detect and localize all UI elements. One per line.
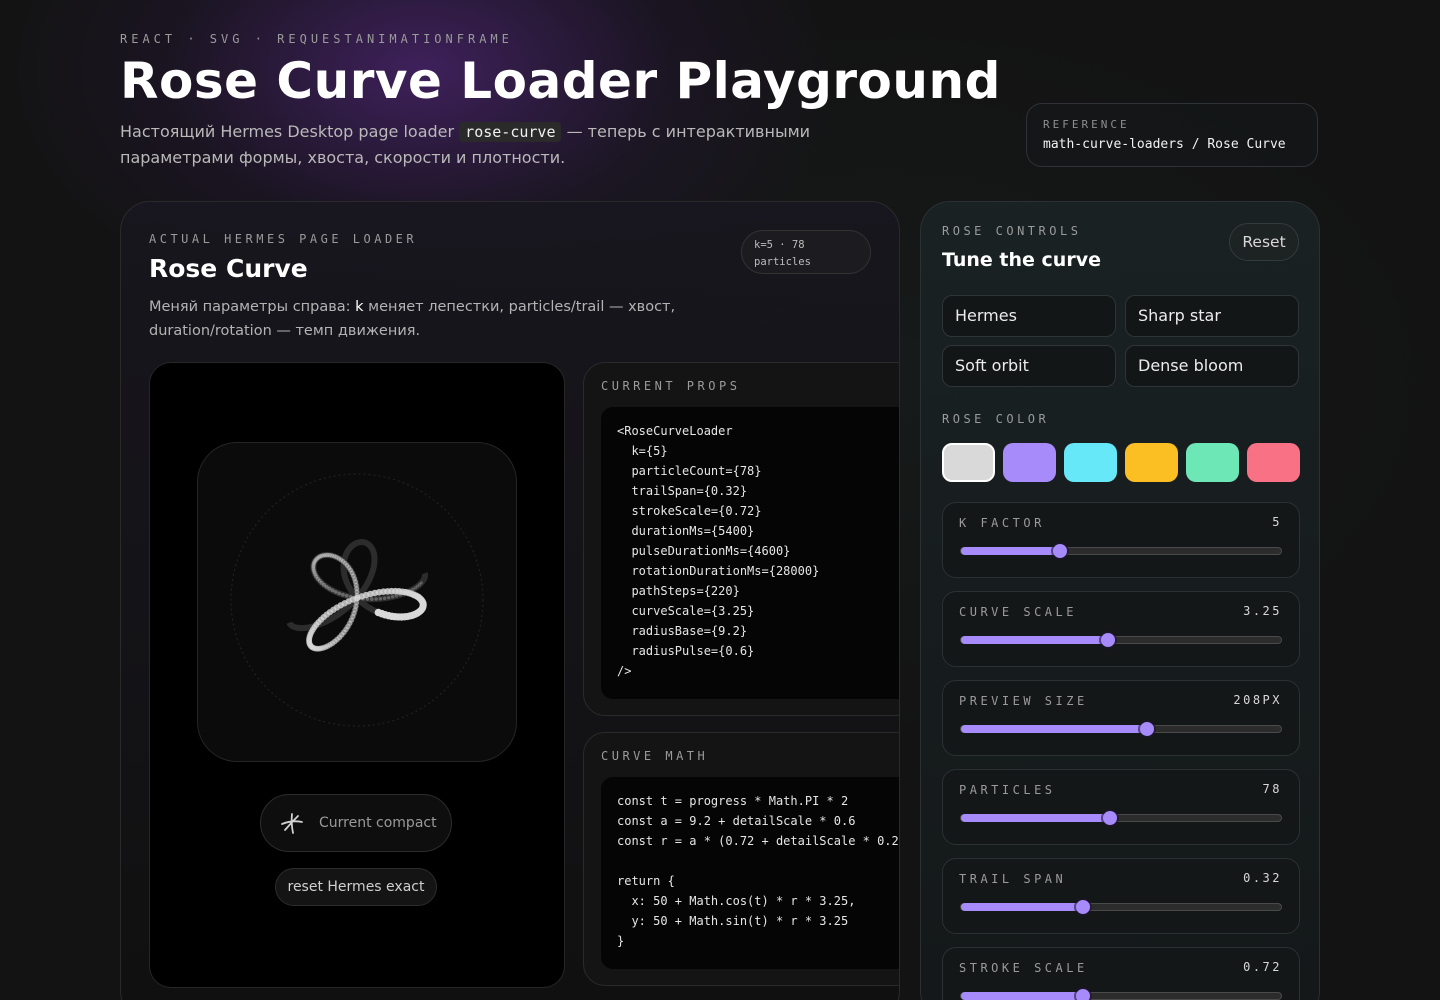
slider-fill (961, 992, 1083, 1000)
slider-thumb[interactable] (1139, 722, 1154, 736)
slider-label: TRAIL SPAN (959, 872, 1067, 886)
color-swatch-cyan[interactable] (1064, 443, 1117, 482)
slider-track[interactable] (960, 633, 1282, 647)
color-swatch-silver[interactable] (942, 443, 995, 482)
badge-line-2: particles (754, 256, 811, 268)
slider-thumb[interactable] (1053, 544, 1068, 558)
controls-eyebrow: ROSE CONTROLS (942, 224, 1082, 238)
reset-hermes-exact-button[interactable]: reset Hermes exact (275, 868, 437, 906)
slider-value: 208PX (1233, 693, 1282, 707)
preset-soft-orbit-button[interactable]: Soft orbit (942, 345, 1116, 387)
slider-trail-span: TRAIL SPAN 0.32 (942, 858, 1300, 934)
page-subtitle: Настоящий Hermes Desktop page loader ros… (120, 119, 850, 170)
color-swatch-rose[interactable] (1247, 443, 1300, 482)
reference-card: REFERENCE math-curve-loaders / Rose Curv… (1026, 103, 1318, 167)
color-swatch-violet[interactable] (1003, 443, 1056, 482)
slider-fill (961, 636, 1109, 644)
preset-dense-bloom-button[interactable]: Dense bloom (1125, 345, 1299, 387)
curve-math-label: CURVE MATH (601, 749, 709, 763)
slider-fill (961, 725, 1147, 733)
slider-label: K FACTOR (959, 516, 1045, 530)
current-props-label: CURRENT PROPS (601, 379, 741, 393)
loader-panel-description: Меняй параметры справа: k меняет лепестк… (149, 295, 709, 343)
slider-thumb[interactable] (1101, 633, 1116, 647)
preset-hermes-button[interactable]: Hermes (942, 295, 1116, 337)
slider-track[interactable] (960, 900, 1282, 914)
rose-curve-shape (286, 539, 428, 652)
curve-math-code: const t = progress * Math.PI * 2 const a… (601, 777, 899, 969)
slider-track[interactable] (960, 722, 1282, 736)
rose-color-label: ROSE COLOR (942, 412, 1050, 426)
compact-button-label: Current compact (319, 815, 437, 831)
slider-label: STROKE SCALE (959, 961, 1088, 975)
slider-fill (961, 814, 1110, 822)
slider-fill (961, 903, 1083, 911)
page-eyebrow: REACT · SVG · REQUESTANIMATIONFRAME (120, 32, 513, 46)
slider-stroke-scale: STROKE SCALE 0.72 (942, 947, 1300, 1000)
slider-value: 3.25 (1243, 604, 1282, 618)
slider-preview-size: PREVIEW SIZE 208PX (942, 680, 1300, 756)
rose-controls-panel: ROSE CONTROLS Tune the curve Reset Herme… (920, 201, 1320, 1000)
loader-panel-eyebrow: ACTUAL HERMES PAGE LOADER (149, 232, 418, 246)
desc-part-1: Меняй параметры справа: (149, 299, 356, 315)
slider-label: PARTICLES (959, 783, 1056, 797)
slider-track[interactable] (960, 989, 1282, 1000)
reset-button[interactable]: Reset (1229, 223, 1299, 261)
slider-thumb[interactable] (1075, 900, 1090, 914)
slider-thumb[interactable] (1075, 989, 1090, 1000)
current-compact-button[interactable]: Current compact (260, 794, 452, 852)
k-particles-badge: k=5 · 78 particles (741, 230, 871, 274)
current-props-code: <RoseCurveLoader k={5} particleCount={78… (601, 407, 899, 699)
color-swatch-amber[interactable] (1125, 443, 1178, 482)
slider-value: 78 (1262, 782, 1282, 796)
slider-k-factor: K FACTOR 5 (942, 502, 1300, 578)
rose-mini-icon (281, 813, 303, 834)
slider-value: 5 (1272, 515, 1282, 529)
curve-math-card: CURVE MATH const t = progress * Math.PI … (583, 732, 899, 986)
slider-fill (961, 547, 1061, 555)
loader-panel-title: Rose Curve (149, 254, 308, 283)
loader-preview-box: Current compact reset Hermes exact (149, 362, 565, 988)
controls-title: Tune the curve (942, 249, 1101, 271)
page-title: Rose Curve Loader Playground (120, 52, 1001, 110)
slider-value: 0.72 (1243, 960, 1282, 974)
loader-panel: ACTUAL HERMES PAGE LOADER Rose Curve k=5… (120, 201, 900, 1000)
slider-particles: PARTICLES 78 (942, 769, 1300, 845)
rose-curve-svg (230, 473, 484, 727)
subtitle-code-chip: rose-curve (459, 122, 562, 142)
preset-sharp-star-button[interactable]: Sharp star (1125, 295, 1299, 337)
reference-value: math-curve-loaders / Rose Curve (1043, 137, 1286, 152)
slider-label: CURVE SCALE (959, 605, 1077, 619)
reference-label: REFERENCE (1043, 118, 1130, 131)
slider-track[interactable] (960, 811, 1282, 825)
color-swatch-mint[interactable] (1186, 443, 1239, 482)
slider-value: 0.32 (1243, 871, 1282, 885)
desc-k: k (355, 299, 364, 315)
current-props-card: CURRENT PROPS <RoseCurveLoader k={5} par… (583, 362, 899, 716)
loader-stage (197, 442, 517, 762)
badge-line-1: k=5 · 78 (754, 239, 805, 251)
subtitle-text-start: Настоящий Hermes Desktop page loader (120, 122, 460, 141)
slider-curve-scale: CURVE SCALE 3.25 (942, 591, 1300, 667)
slider-label: PREVIEW SIZE (959, 694, 1088, 708)
slider-track[interactable] (960, 544, 1282, 558)
slider-thumb[interactable] (1102, 811, 1117, 825)
